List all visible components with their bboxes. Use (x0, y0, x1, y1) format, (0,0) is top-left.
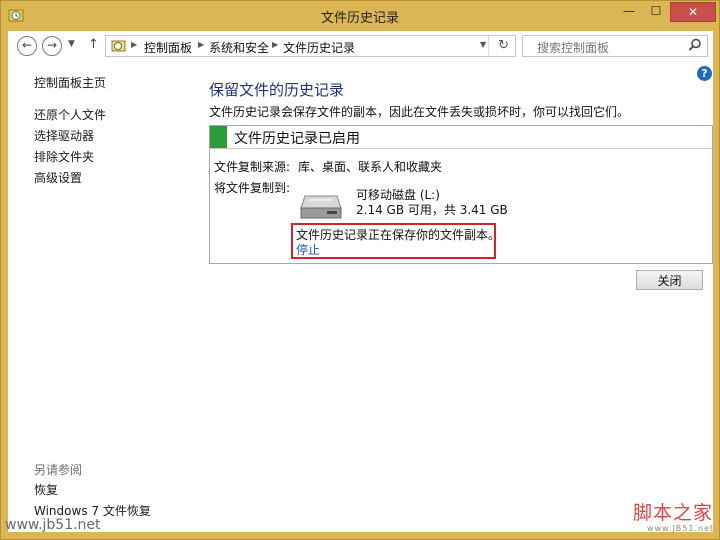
navigation-toolbar: ← → ▼ ↑ ▶ 控制面板 ▶ 系统和安全 ▶ 文件历史记录 ▼ ↻ 搜索控制… (8, 31, 713, 61)
breadcrumb-file-history[interactable]: 文件历史记录 (283, 39, 355, 56)
maximize-button[interactable]: ☐ (643, 2, 669, 22)
status-indicator (210, 126, 227, 148)
saving-status-text: 文件历史记录正在保存你的文件副本。 (296, 228, 501, 242)
search-input[interactable]: 搜索控制面板 (537, 39, 609, 56)
address-bar[interactable]: ▶ 控制面板 ▶ 系统和安全 ▶ 文件历史记录 ▼ ↻ (105, 35, 516, 57)
sidebar-item-restore-personal-files[interactable]: 还原个人文件 (34, 106, 106, 123)
stop-link[interactable]: 停止 (296, 241, 320, 258)
address-dropdown-icon[interactable]: ▼ (480, 40, 486, 49)
removable-drive-icon (300, 195, 342, 219)
copy-from-value: 库、桌面、联系人和收藏夹 (298, 160, 443, 174)
breadcrumb-chevron-icon[interactable]: ▶ (131, 40, 137, 49)
search-icon[interactable] (688, 38, 702, 52)
forward-arrow-icon[interactable]: → (42, 36, 62, 56)
copy-from-label: 文件复制来源: (214, 160, 291, 174)
refresh-icon[interactable]: ↻ (498, 38, 509, 53)
close-button[interactable]: 关闭 (636, 270, 703, 290)
status-header: 文件历史记录已启用 (210, 126, 712, 149)
breadcrumb-control-panel[interactable]: 控制面板 (144, 39, 192, 56)
sidebar-item-exclude-folders[interactable]: 排除文件夹 (34, 148, 94, 165)
watermark-logo: 脚本之家 www.JB51.net (633, 498, 717, 536)
search-box[interactable]: 搜索控制面板 (522, 35, 708, 57)
file-history-window: 文件历史记录 — ☐ ✕ ← → ▼ ↑ ▶ 控制面板 ▶ 系统和安全 ▶ 文件… (0, 0, 720, 540)
control-panel-icon (111, 40, 126, 52)
close-window-button[interactable]: ✕ (670, 2, 716, 22)
address-divider (488, 36, 489, 56)
breadcrumb-system-security[interactable]: 系统和安全 (209, 39, 269, 56)
copy-to-label: 将文件复制到: (214, 181, 291, 195)
drive-space: 2.14 GB 可用，共 3.41 GB (356, 203, 508, 217)
up-arrow-icon[interactable]: ↑ (88, 37, 99, 52)
see-also-heading: 另请参阅 (34, 463, 83, 477)
help-icon[interactable]: ? (697, 66, 712, 81)
page-description: 文件历史记录会保存文件的副本，因此在文件丢失或损坏时，你可以找回它们。 (209, 105, 630, 119)
watermark-site: www.JB51.net (647, 524, 715, 533)
back-arrow-icon[interactable]: ← (17, 36, 37, 56)
breadcrumb-chevron-icon[interactable]: ▶ (272, 40, 278, 49)
watermark-brand: 脚本之家 (633, 502, 714, 524)
sidebar-item-advanced-settings[interactable]: 高级设置 (34, 169, 82, 186)
watermark-left: www.jb51.net (5, 517, 101, 533)
minimize-button[interactable]: — (615, 2, 643, 22)
page-title: 保留文件的历史记录 (209, 81, 345, 99)
breadcrumb-chevron-icon[interactable]: ▶ (198, 40, 204, 49)
recent-locations-dropdown-icon[interactable]: ▼ (68, 39, 75, 49)
sidebar-item-select-drive[interactable]: 选择驱动器 (34, 127, 94, 144)
sidebar-item-control-panel-home[interactable]: 控制面板主页 (34, 74, 106, 91)
main-content: ? 控制面板主页 还原个人文件 选择驱动器 排除文件夹 高级设置 另请参阅 恢复… (8, 61, 713, 532)
see-also-recovery-link[interactable]: 恢复 (34, 481, 58, 498)
window-title: 文件历史记录 (320, 11, 399, 26)
status-title: 文件历史记录已启用 (234, 131, 360, 147)
title-bar[interactable]: 文件历史记录 — ☐ ✕ (1, 1, 719, 29)
